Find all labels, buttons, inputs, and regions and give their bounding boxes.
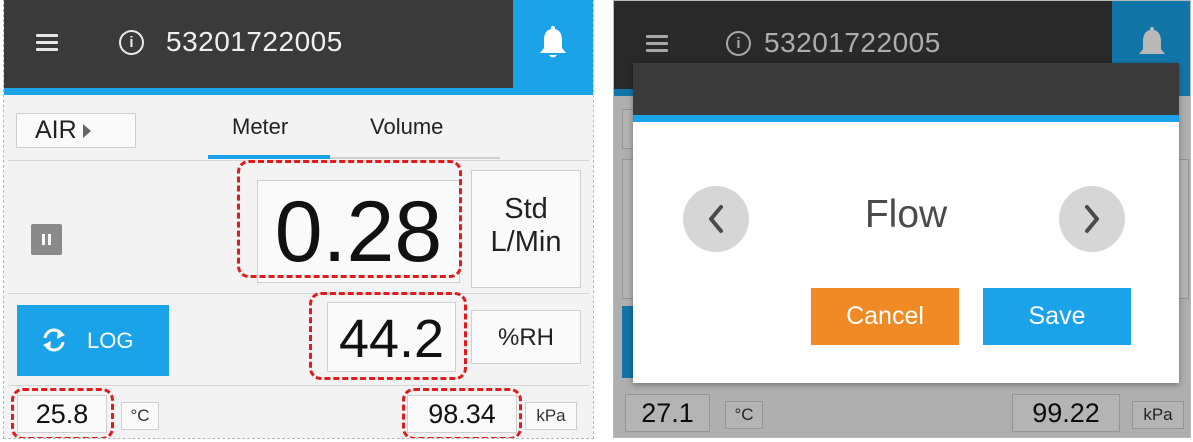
tab-underline <box>330 157 500 159</box>
log-button-label: LOG <box>87 328 134 353</box>
top-bar-accent <box>4 88 593 95</box>
previous-button[interactable] <box>683 186 749 252</box>
divider <box>8 385 589 386</box>
divider <box>8 293 589 294</box>
flow-value[interactable]: 0.28 <box>257 180 460 283</box>
flow-unit[interactable]: Std L/Min <box>471 170 581 288</box>
left-device-screen: i 53201722005 AIR Meter Volume 0.28 Std … <box>3 0 594 439</box>
gas-mode-label: AIR <box>35 116 77 144</box>
humidity-unit[interactable]: %RH <box>471 310 581 364</box>
log-button[interactable]: LOG <box>17 305 169 376</box>
tab-volume[interactable]: Volume <box>370 114 443 140</box>
temperature-unit[interactable]: °C <box>121 402 159 430</box>
dialog-header-accent <box>633 115 1179 122</box>
flow-unit-line1: Std <box>504 193 548 225</box>
pause-button[interactable] <box>31 224 62 255</box>
pressure-value[interactable]: 98.34 <box>407 395 517 433</box>
divider <box>8 160 589 161</box>
dialog-header <box>633 63 1179 115</box>
device-id: 53201722005 <box>166 26 343 57</box>
save-button[interactable]: Save <box>983 288 1131 345</box>
temperature-value[interactable]: 25.8 <box>17 395 107 433</box>
chevron-right-icon <box>1085 205 1099 233</box>
chevron-left-icon <box>709 205 723 233</box>
hamburger-menu-icon[interactable] <box>36 34 58 51</box>
flow-unit-line2: L/Min <box>490 226 562 258</box>
bell-icon <box>540 26 566 58</box>
pressure-unit[interactable]: kPa <box>525 402 577 430</box>
right-device-screen: i 53201722005 27.1 °C 99.22 kPa Flow Can… <box>613 0 1191 438</box>
parameter-select-dialog: Flow Cancel Save <box>633 63 1179 383</box>
refresh-arrows-icon <box>43 328 65 352</box>
tab-meter[interactable]: Meter <box>232 114 288 140</box>
cancel-button[interactable]: Cancel <box>811 288 959 345</box>
gas-mode-selector[interactable]: AIR <box>16 113 136 148</box>
top-bar: i 53201722005 <box>4 0 593 88</box>
play-triangle-icon <box>82 124 91 139</box>
pause-icon <box>42 234 45 245</box>
info-icon[interactable]: i <box>119 30 144 55</box>
humidity-value[interactable]: 44.2 <box>327 302 456 372</box>
active-tab-indicator <box>208 155 330 159</box>
next-button[interactable] <box>1059 186 1125 252</box>
selected-parameter: Flow <box>864 193 948 236</box>
alarm-button[interactable] <box>513 0 593 88</box>
